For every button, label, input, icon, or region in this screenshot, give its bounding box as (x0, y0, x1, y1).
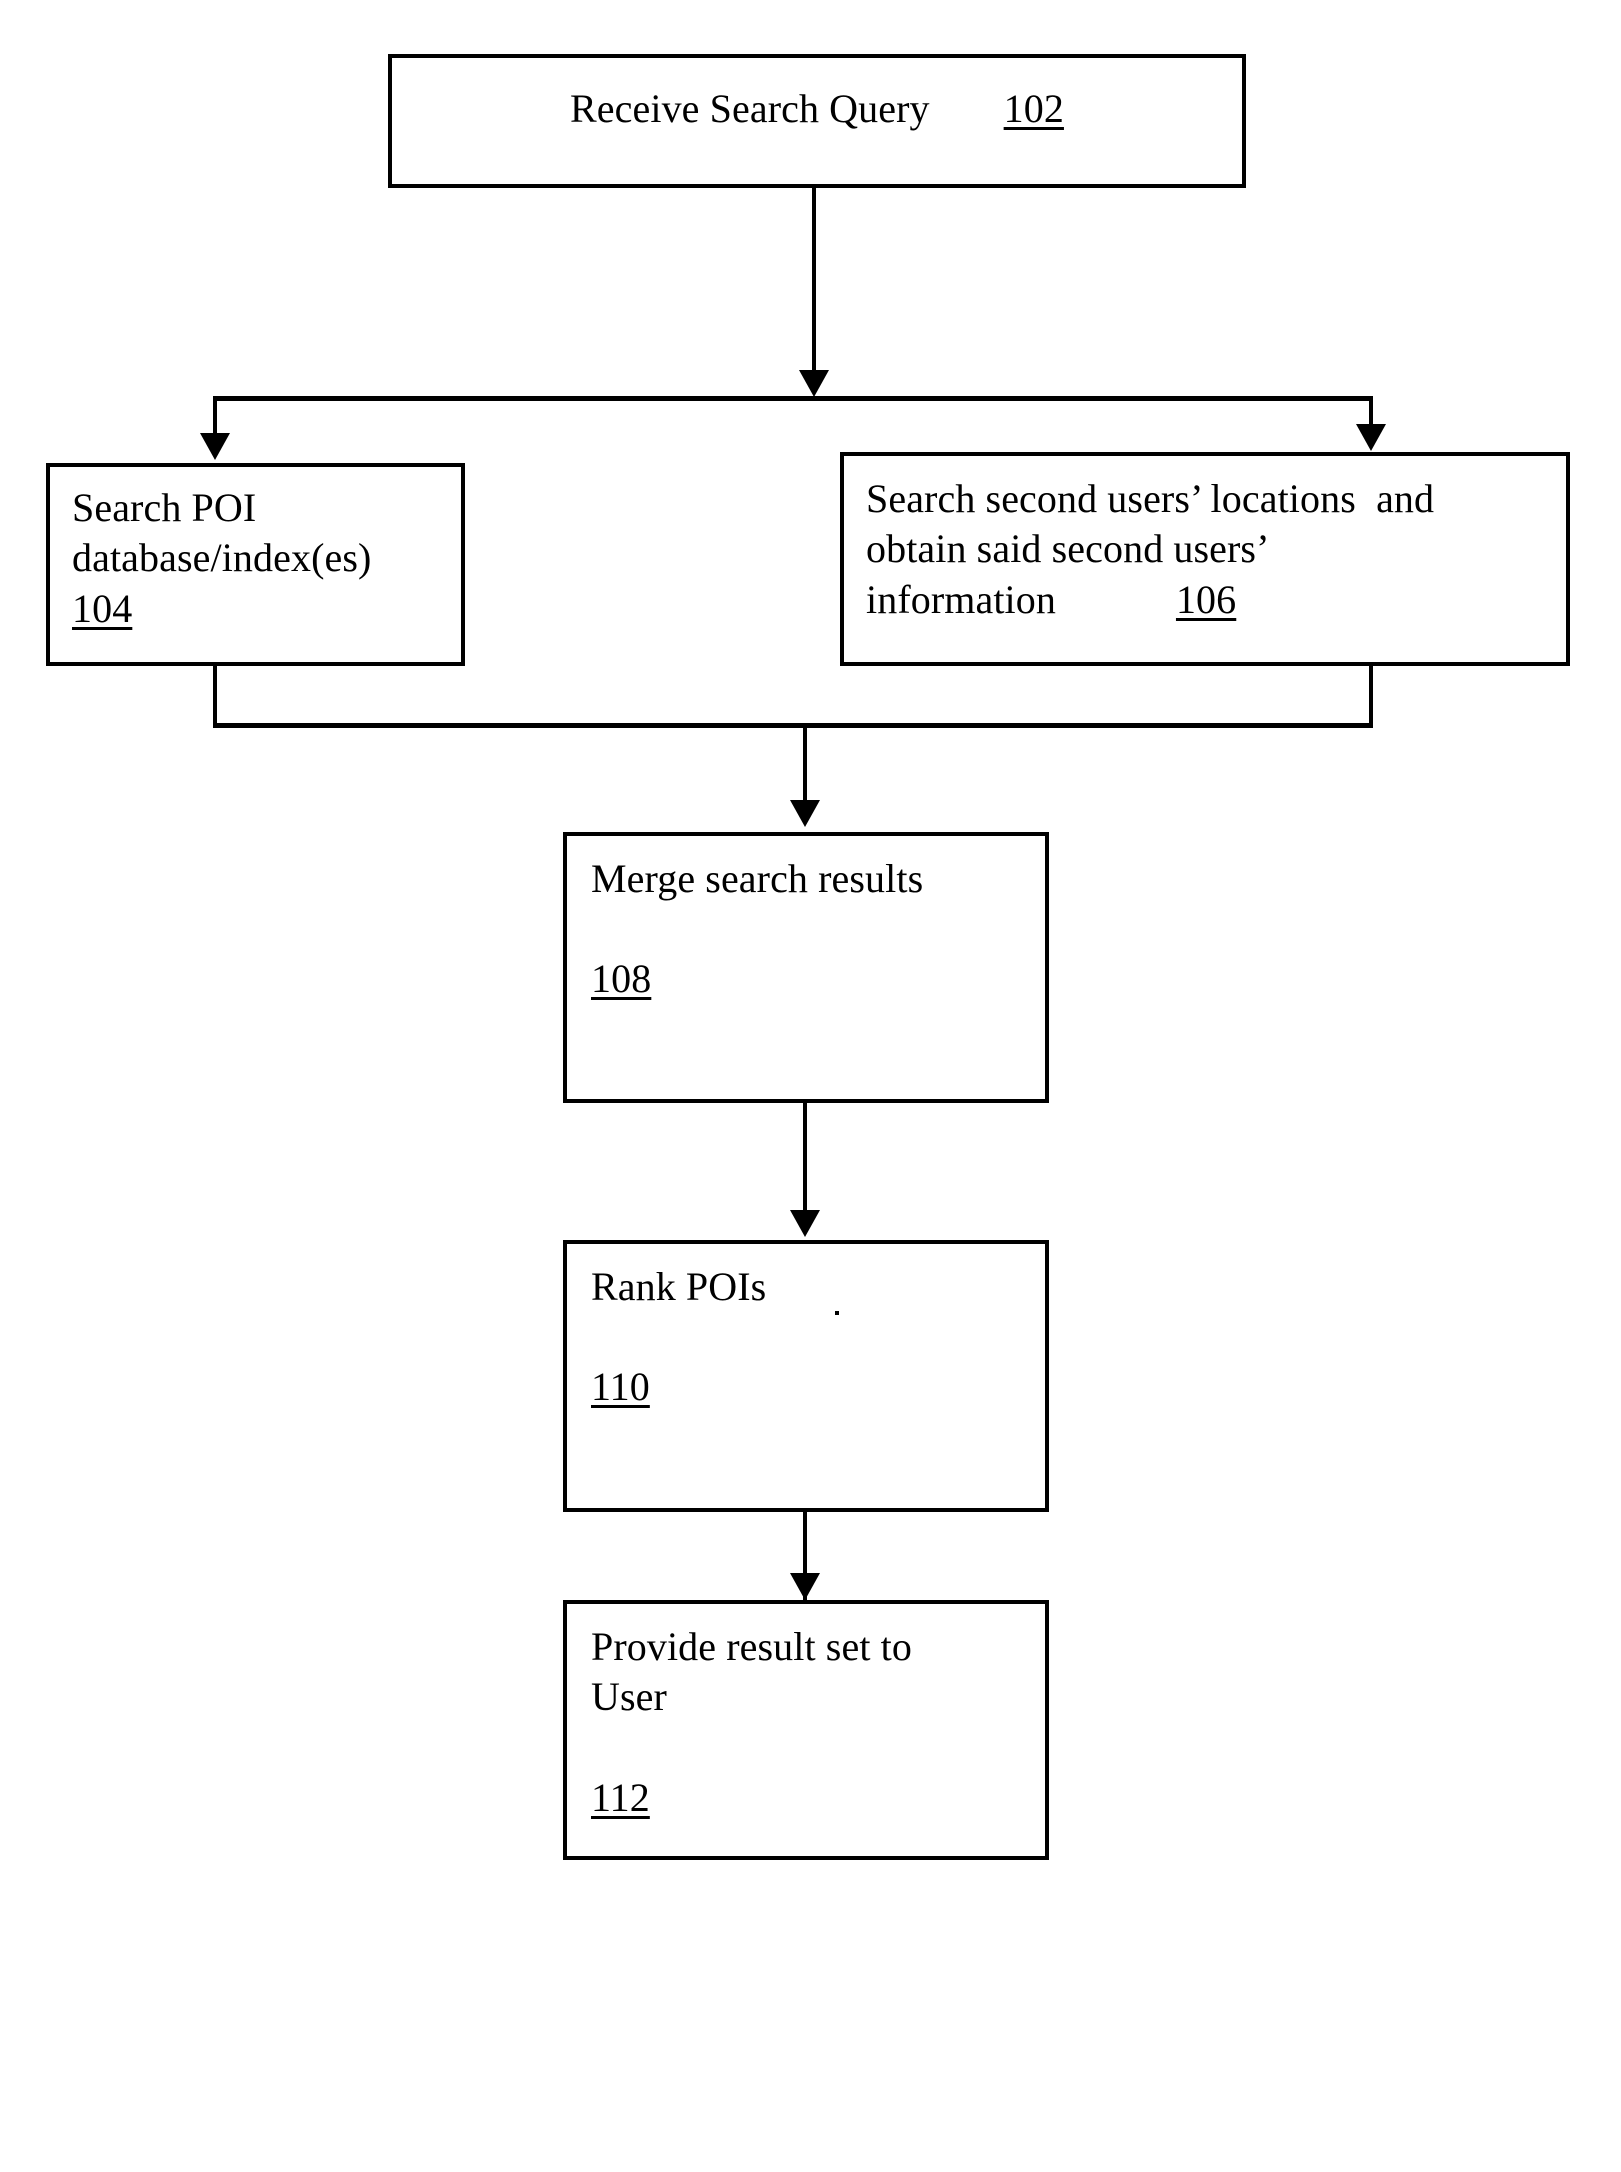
connector-104-down (213, 666, 217, 727)
figure-canvas: Receive Search Query 102 Search POI datab… (0, 0, 1621, 2172)
arrowhead-to-104 (200, 433, 230, 460)
connector-102-down (812, 188, 816, 378)
node-110-gap (591, 1312, 1031, 1362)
node-104-ref: 104 (72, 585, 133, 631)
node-112-label-line-1: Provide result set to (591, 1624, 912, 1669)
node-106-text: Search second users’ locations and obtai… (866, 474, 1552, 625)
connector-106-down (1369, 666, 1373, 727)
merge-bar-to-108 (213, 723, 1373, 728)
node-102-ref: 102 (1003, 86, 1064, 131)
node-110-ref: 110 (591, 1364, 650, 1410)
node-108-label: Merge search results (591, 856, 924, 901)
node-104-label-line-2: database/index(es) (72, 535, 372, 581)
node-110-label: Rank POIs (591, 1264, 767, 1309)
arrowhead-to-112 (790, 1573, 820, 1600)
node-104-text: Search POI database/index(es) 104 (72, 483, 447, 634)
node-110-text: Rank POIs 110 (591, 1262, 1031, 1413)
flowchart-node-104[interactable]: Search POI database/index(es) 104 (46, 463, 465, 666)
node-106-ref: 106 (1175, 576, 1237, 622)
node-108-gap (591, 904, 1031, 954)
arrowhead-to-108 (790, 800, 820, 827)
node-108-ref: 108 (591, 956, 652, 1002)
flowchart-node-110[interactable]: Rank POIs 110 (563, 1240, 1049, 1512)
node-112-text: Provide result set to User 112 (591, 1622, 1031, 1823)
flowchart-node-106[interactable]: Search second users’ locations and obtai… (840, 452, 1570, 666)
node-106-label-line-3: information (866, 576, 1056, 622)
node-102-text: Receive Search Query 102 (392, 84, 1242, 134)
node-112-label-line-2: User (591, 1674, 667, 1720)
node-104-label-line-1: Search POI (72, 485, 257, 530)
connector-108-to-110 (803, 1103, 807, 1215)
node-112-gap (591, 1723, 1031, 1773)
connector-split-to-104 (213, 396, 217, 438)
scan-artifact-speck (835, 1311, 839, 1315)
node-106-label-line-1: Search second users’ locations and (866, 476, 1435, 521)
flowchart-node-102[interactable]: Receive Search Query 102 (388, 54, 1246, 188)
node-102-label: Receive Search Query (570, 86, 930, 131)
node-108-text: Merge search results 108 (591, 854, 1031, 1005)
node-106-label-line-2: obtain said second users’ (866, 526, 1270, 572)
connector-mergebar-to-108 (803, 723, 807, 805)
split-bar-102 (213, 396, 1373, 401)
arrowhead-to-110 (790, 1210, 820, 1237)
flowchart-node-108[interactable]: Merge search results 108 (563, 832, 1049, 1103)
arrowhead-102-to-splitbar (799, 370, 829, 397)
arrowhead-to-106 (1356, 424, 1386, 451)
node-112-ref: 112 (591, 1774, 650, 1820)
flowchart-node-112[interactable]: Provide result set to User 112 (563, 1600, 1049, 1860)
